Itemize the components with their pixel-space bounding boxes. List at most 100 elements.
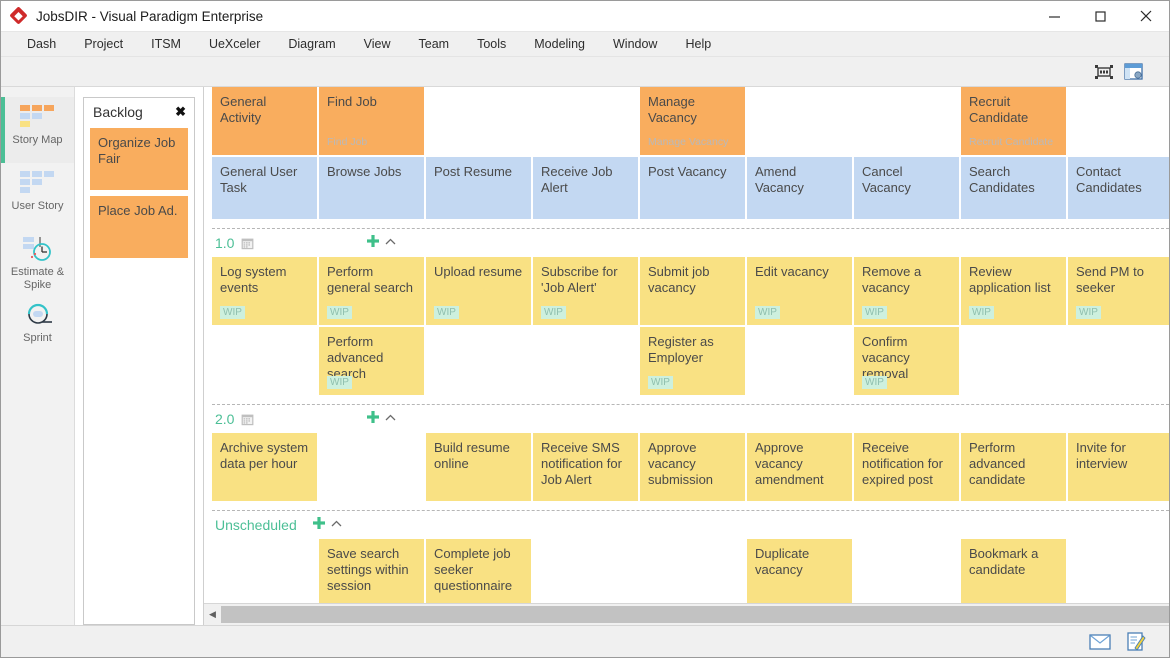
menu-item-view[interactable]: View [350,32,405,57]
chevron-up-icon[interactable] [385,237,396,249]
rail-item-label: Sprint [23,332,52,344]
chevron-up-icon[interactable] [385,413,396,425]
scrollbar-track[interactable] [221,604,1169,625]
story-card[interactable]: Save search settings within session [319,539,424,603]
task-card[interactable]: Amend Vacancy [747,157,852,219]
story-card[interactable]: Complete job seeker questionnaire [426,539,531,603]
activity-card[interactable]: Find Job Find Job [319,87,424,155]
sprint-name[interactable]: Unscheduled [215,517,297,533]
story-card[interactable]: Log system events WIP [212,257,317,325]
calendar-icon[interactable] [241,237,254,250]
menu-item-help[interactable]: Help [671,32,725,57]
task-column: Cancel Vacancy [854,157,959,221]
story-card[interactable]: Confirm vacancy removal WIP [854,327,959,395]
story-row: Save search settings within session Compl… [212,539,1169,603]
story-card[interactable]: Invite for interview [1068,433,1169,501]
story-card-label: Perform general search [327,264,413,295]
task-card[interactable]: Search Candidates [961,157,1066,219]
activity-card[interactable]: Manage Vacancy Manage Vacancy [640,87,745,155]
rail-item-user-story[interactable]: User Story [1,163,74,229]
task-card[interactable]: Browse Jobs [319,157,424,219]
notes-icon[interactable] [1121,630,1151,654]
activity-card[interactable]: Recruit Candidate Recruit Candidate [961,87,1066,155]
story-card[interactable]: Bookmark a candidate [961,539,1066,603]
story-column: Build resume online [426,433,531,503]
story-column: Complete job seeker questionnaire [426,539,531,603]
story-card[interactable]: Register as Employer WIP [640,327,745,395]
story-card[interactable]: Submit job vacancy [640,257,745,325]
story-column: Remove a vacancy WIP [854,257,959,327]
story-card[interactable]: Review application list WIP [961,257,1066,325]
sprint-name[interactable]: 2.0 [215,411,234,427]
open-specification-icon[interactable] [1121,61,1147,83]
window-controls [1031,1,1169,32]
story-card[interactable]: Perform general search WIP [319,257,424,325]
sprint-name[interactable]: 1.0 [215,235,234,251]
story-card-empty [212,327,317,395]
add-icon[interactable] [366,409,380,429]
story-map-board: General Activity Find Job Find Job Manage V… [203,87,1169,625]
menu-item-uexceler[interactable]: UeXceler [195,32,274,57]
close-icon[interactable] [1123,1,1169,32]
fit-to-screen-icon[interactable] [1091,61,1117,83]
story-card[interactable]: Subscribe for 'Job Alert' WIP [533,257,638,325]
menu-item-team[interactable]: Team [405,32,464,57]
add-icon[interactable] [312,515,326,535]
story-card[interactable]: Remove a vacancy WIP [854,257,959,325]
chevron-up-icon[interactable] [331,519,342,531]
horizontal-scrollbar[interactable]: ◀ ▶ [204,603,1169,625]
task-column: Contact Candidates [1068,157,1169,221]
story-card[interactable]: Perform advanced candidate [961,433,1066,501]
task-card[interactable]: Cancel Vacancy [854,157,959,219]
task-card[interactable]: Receive Job Alert [533,157,638,219]
menu-item-tools[interactable]: Tools [463,32,520,57]
story-row: Perform advanced search WIP Register as Em… [212,327,1169,397]
story-card[interactable]: Approve vacancy submission [640,433,745,501]
message-icon[interactable] [1085,630,1115,654]
activity-card[interactable]: General Activity [212,87,317,155]
maximize-icon[interactable] [1077,1,1123,32]
calendar-icon[interactable] [241,413,254,426]
story-card-empty [1068,539,1169,603]
task-card[interactable]: Contact Candidates [1068,157,1169,219]
scrollbar-thumb[interactable] [221,605,1169,623]
task-card[interactable]: General User Task [212,157,317,219]
story-card[interactable]: Build resume online [426,433,531,501]
minimize-icon[interactable] [1031,1,1077,32]
wip-badge: WIP [327,306,352,319]
menu-item-modeling[interactable]: Modeling [520,32,599,57]
menu-item-itsm[interactable]: ITSM [137,32,195,57]
backlog-card[interactable]: Organize Job Fair [90,128,188,190]
story-card[interactable]: Archive system data per hour [212,433,317,501]
story-card[interactable]: Upload resume WIP [426,257,531,325]
rail-item-sprint[interactable]: Sprint [1,295,74,361]
activity-card-label: Find Job [327,94,377,109]
close-icon[interactable]: ✖ [175,104,186,120]
menu-item-project[interactable]: Project [70,32,137,57]
rail-item-story-map[interactable]: Story Map [1,97,74,163]
story-card[interactable]: Perform advanced search WIP [319,327,424,395]
task-card[interactable]: Post Resume [426,157,531,219]
task-column: Receive Job Alert [533,157,638,221]
story-card[interactable]: Send PM to seeker WIP [1068,257,1169,325]
story-column: Log system events WIP [212,257,317,327]
add-icon[interactable] [366,233,380,253]
activity-column: General Activity [212,87,317,157]
task-card[interactable]: Post Vacancy [640,157,745,219]
menu-item-window[interactable]: Window [599,32,671,57]
story-card[interactable]: Approve vacancy amendment [747,433,852,501]
story-column: Upload resume WIP [426,257,531,327]
story-card-label: Bookmark a candidate [969,546,1039,577]
menu-item-dash[interactable]: Dash [13,32,70,57]
backlog-card[interactable]: Place Job Ad. [90,196,188,258]
story-card[interactable]: Receive notification for expired post [854,433,959,501]
scroll-left-icon[interactable]: ◀ [204,605,221,625]
story-card[interactable]: Edit vacancy WIP [747,257,852,325]
menu-item-diagram[interactable]: Diagram [274,32,349,57]
activity-column [747,87,852,157]
story-card[interactable]: Duplicate vacancy [747,539,852,603]
rail-item-estimate-spike[interactable]: Estimate & Spike [1,229,74,295]
story-card-label: Confirm vacancy removal [862,334,910,381]
toolbar [1,57,1169,86]
story-card[interactable]: Receive SMS notification for Job Alert [533,433,638,501]
